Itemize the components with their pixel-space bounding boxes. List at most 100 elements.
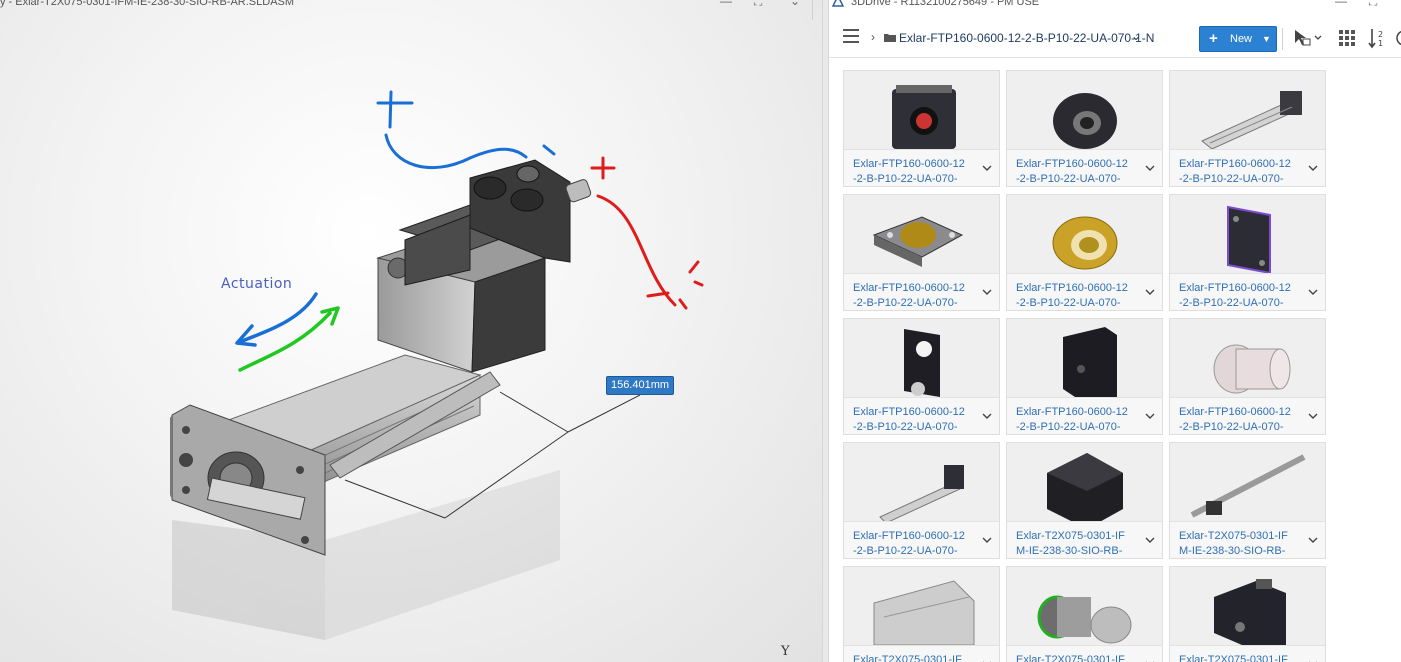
folder-icon (884, 34, 896, 42)
file-name[interactable]: Exlar-T2X075-0301-IF M-IE-238-30-SIO-RB- (1179, 529, 1304, 559)
new-button-label: New (1230, 33, 1253, 45)
file-label-area: Exlar-FTP160-0600-12 -2-B-P10-22-UA-070- (1007, 397, 1162, 434)
file-thumbnail (1170, 567, 1325, 645)
chevron-down-icon[interactable] (982, 536, 992, 544)
file-tile[interactable]: Exlar-FTP160-0600-12 -2-B-P10-22-UA-070- (1006, 70, 1163, 187)
breadcrumb[interactable]: Exlar-FTP160-0600-12-2-B-P10-22-UA-070-1… (899, 31, 1154, 45)
chevron-right-icon[interactable]: › (871, 30, 875, 44)
file-label-area: Exlar-T2X075-0301-IF M-IE-238-30-SIO-RB- (1007, 521, 1162, 558)
file-name[interactable]: Exlar-FTP160-0600-12 -2-B-P10-22-UA-070- (853, 529, 978, 559)
svg-text:2: 2 (1378, 30, 1383, 39)
panel-titlebar: 3DDrive - R1132100275649 - PM USE — ⛶ (829, 0, 1401, 10)
dimension-badge[interactable]: 156.401mm (606, 376, 674, 395)
file-name[interactable]: Exlar-T2X075-0301-IF M-IE-238-30-SIO-RB- (853, 653, 978, 662)
menu-icon[interactable] (843, 29, 859, 45)
file-name[interactable]: Exlar-T2X075-0301-IF M-IE-238-30-SIO-RB- (1179, 653, 1304, 662)
file-name[interactable]: Exlar-FTP160-0600-12 -2-B-P10-22-UA-070- (1179, 405, 1304, 435)
chevron-down-icon[interactable] (1145, 412, 1155, 420)
file-thumbnail (844, 567, 999, 645)
file-tile[interactable]: Exlar-FTP160-0600-12 -2-B-P10-22-UA-070- (1169, 194, 1326, 311)
file-thumbnail (1007, 195, 1162, 273)
toolbar: › Exlar-FTP160-0600-12-2-B-P10-22-UA-070… (829, 20, 1401, 58)
file-thumbnail (1170, 71, 1325, 149)
chevron-down-icon[interactable] (1308, 164, 1318, 172)
file-name[interactable]: Exlar-FTP160-0600-12 -2-B-P10-22-UA-070- (853, 281, 978, 311)
grid-view-icon[interactable] (1337, 27, 1357, 49)
file-tile[interactable]: Exlar-T2X075-0301-IF M-IE-238-30-SIO-RB- (1169, 566, 1326, 662)
file-tile[interactable]: Exlar-FTP160-0600-12 -2-B-P10-22-UA-070- (1169, 70, 1326, 187)
chevron-down-icon[interactable] (1145, 288, 1155, 296)
file-label-area: Exlar-FTP160-0600-12 -2-B-P10-22-UA-070- (844, 273, 999, 310)
file-label-area: Exlar-FTP160-0600-12 -2-B-P10-22-UA-070- (844, 149, 999, 186)
file-name[interactable]: Exlar-FTP160-0600-12 -2-B-P10-22-UA-070- (1179, 157, 1304, 187)
file-thumbnail (1007, 443, 1162, 521)
file-name[interactable]: Exlar-FTP160-0600-12 -2-B-P10-22-UA-070- (1016, 157, 1141, 187)
file-label-area: Exlar-FTP160-0600-12 -2-B-P10-22-UA-070- (1007, 273, 1162, 310)
file-tile[interactable]: Exlar-FTP160-0600-12 -2-B-P10-22-UA-070- (1169, 318, 1326, 435)
file-label-area: Exlar-FTP160-0600-12 -2-B-P10-22-UA-070- (844, 397, 999, 434)
file-name[interactable]: Exlar-T2X075-0301-IF M-IE-238-30-SIO-RB- (1016, 653, 1141, 662)
file-thumbnail (844, 319, 999, 397)
file-label-area: Exlar-FTP160-0600-12 -2-B-P10-22-UA-070- (1170, 397, 1325, 434)
plus-icon: + (1209, 30, 1218, 47)
file-name[interactable]: Exlar-FTP160-0600-12 -2-B-P10-22-UA-070- (1016, 405, 1141, 435)
chevron-down-icon[interactable] (1145, 536, 1155, 544)
file-name[interactable]: Exlar-T2X075-0301-IF M-IE-238-30-SIO-RB- (1016, 529, 1141, 559)
more-icon[interactable] (1394, 27, 1401, 49)
toolbar-separator (1282, 28, 1283, 50)
model-scene[interactable] (0, 0, 822, 662)
file-label-area: Exlar-T2X075-0301-IF M-IE-238-30-SIO-RB- (844, 645, 999, 662)
file-name[interactable]: Exlar-FTP160-0600-12 -2-B-P10-22-UA-070- (1179, 281, 1304, 311)
chevron-down-icon[interactable] (1308, 288, 1318, 296)
file-label-area: Exlar-FTP160-0600-12 -2-B-P10-22-UA-070- (1170, 273, 1325, 310)
select-filter-icon[interactable] (1291, 27, 1325, 49)
file-thumbnail (1007, 567, 1162, 645)
file-thumbnail (1007, 319, 1162, 397)
maximize-icon[interactable]: ⛶ (1369, 0, 1377, 9)
panel-splitter[interactable] (822, 0, 829, 662)
file-tile[interactable]: Exlar-FTP160-0600-12 -2-B-P10-22-UA-070- (1006, 318, 1163, 435)
file-thumbnail (844, 195, 999, 273)
file-tile[interactable]: Exlar-T2X075-0301-IF M-IE-238-30-SIO-RB- (1006, 566, 1163, 662)
file-thumbnail (844, 443, 999, 521)
file-name[interactable]: Exlar-FTP160-0600-12 -2-B-P10-22-UA-070- (1016, 281, 1141, 311)
svg-text:1: 1 (1378, 39, 1383, 48)
file-tile[interactable]: Exlar-FTP160-0600-12 -2-B-P10-22-UA-070- (843, 70, 1000, 187)
file-thumbnail (1170, 319, 1325, 397)
file-tile[interactable]: Exlar-T2X075-0301-IF M-IE-238-30-SIO-RB- (843, 566, 1000, 662)
sort-icon[interactable]: 2 1 (1367, 27, 1387, 49)
breadcrumb-dropdown-icon[interactable]: ⌄ (1131, 29, 1141, 43)
file-label-area: Exlar-FTP160-0600-12 -2-B-P10-22-UA-070- (1007, 149, 1162, 186)
panel-title: 3DDrive - R1132100275649 - PM USE (851, 0, 1040, 8)
file-thumbnail (1170, 195, 1325, 273)
actuation-annotation: Actuation (221, 276, 293, 292)
axis-label-y: Y (781, 644, 790, 659)
3d-viewer[interactable]: y - Exlar-T2X075-0301-IFM-IE-238-30-SIO-… (0, 0, 822, 662)
file-label-area: Exlar-T2X075-0301-IF M-IE-238-30-SIO-RB- (1170, 645, 1325, 662)
file-tile[interactable]: Exlar-T2X075-0301-IF M-IE-238-30-SIO-RB- (1169, 442, 1326, 559)
file-thumbnail (1170, 443, 1325, 521)
chevron-down-icon[interactable] (1308, 536, 1318, 544)
chevron-down-icon[interactable] (982, 164, 992, 172)
file-label-area: Exlar-FTP160-0600-12 -2-B-P10-22-UA-070- (844, 521, 999, 558)
file-label-area: Exlar-FTP160-0600-12 -2-B-P10-22-UA-070- (1170, 149, 1325, 186)
chevron-down-icon[interactable] (982, 412, 992, 420)
file-tile[interactable]: Exlar-FTP160-0600-12 -2-B-P10-22-UA-070- (843, 442, 1000, 559)
file-tile[interactable]: Exlar-FTP160-0600-12 -2-B-P10-22-UA-070- (1006, 194, 1163, 311)
file-label-area: Exlar-T2X075-0301-IF M-IE-238-30-SIO-RB- (1170, 521, 1325, 558)
file-name[interactable]: Exlar-FTP160-0600-12 -2-B-P10-22-UA-070- (853, 405, 978, 435)
caret-down-icon: ▼ (1262, 34, 1271, 44)
minimize-icon[interactable]: — (1335, 0, 1347, 8)
file-name[interactable]: Exlar-FTP160-0600-12 -2-B-P10-22-UA-070- (853, 157, 978, 187)
3ddrive-logo-icon (832, 0, 844, 7)
new-button[interactable]: + New ▼ (1199, 26, 1277, 52)
3ddrive-panel: 3DDrive - R1132100275649 - PM USE — ⛶ › … (829, 0, 1401, 662)
file-thumbnail (844, 71, 999, 149)
file-tile[interactable]: Exlar-FTP160-0600-12 -2-B-P10-22-UA-070- (843, 194, 1000, 311)
chevron-down-icon[interactable] (1308, 412, 1318, 420)
chevron-down-icon[interactable] (1145, 164, 1155, 172)
file-tile[interactable]: Exlar-FTP160-0600-12 -2-B-P10-22-UA-070- (843, 318, 1000, 435)
file-tile[interactable]: Exlar-T2X075-0301-IF M-IE-238-30-SIO-RB- (1006, 442, 1163, 559)
chevron-down-icon[interactable] (982, 288, 992, 296)
file-thumbnail (1007, 71, 1162, 149)
